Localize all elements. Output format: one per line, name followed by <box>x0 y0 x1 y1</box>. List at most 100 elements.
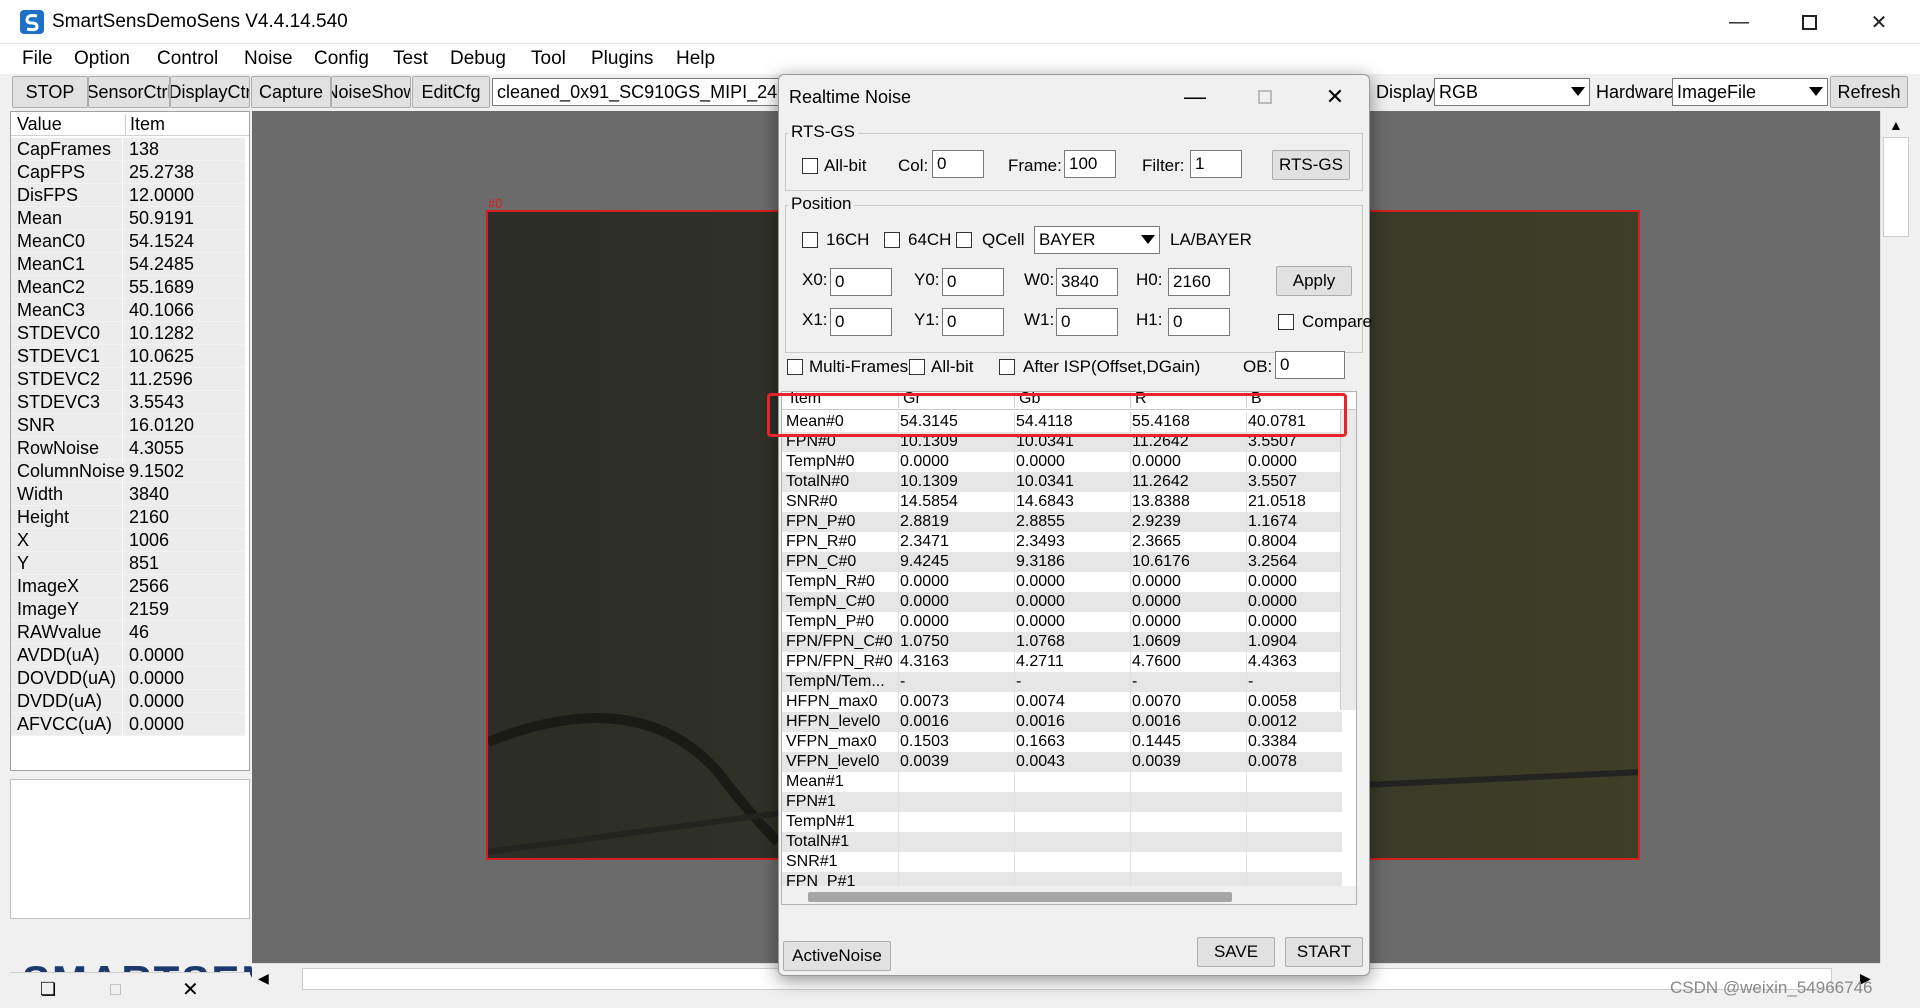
noiseshow-button[interactable]: NoiseShow <box>331 76 411 108</box>
stats-row[interactable]: Y 851 <box>11 552 245 575</box>
stats-row[interactable]: STDEVC1 10.0625 <box>11 345 245 368</box>
maximize-icon[interactable]: □ <box>110 979 121 1000</box>
table-row[interactable]: TempN_C#0 0.0000 0.0000 0.0000 0.0000 <box>782 592 1342 612</box>
table-row[interactable]: HFPN_max0 0.0073 0.0074 0.0070 0.0058 <box>782 692 1342 712</box>
frame-input[interactable]: 100 <box>1064 150 1116 178</box>
dialog-maximize-button[interactable] <box>1235 79 1295 115</box>
filter-input[interactable]: 1 <box>1190 150 1242 178</box>
table-row[interactable]: FPN_C#0 9.4245 9.3186 10.6176 3.2564 <box>782 552 1342 572</box>
y0-input[interactable]: 0 <box>942 268 1004 296</box>
stats-row[interactable]: STDEVC0 10.1282 <box>11 322 245 345</box>
scroll-thumb[interactable] <box>808 892 1232 902</box>
table-row[interactable]: FPN/FPN_C#0 1.0750 1.0768 1.0609 1.0904 <box>782 632 1342 652</box>
table-row[interactable]: HFPN_level0 0.0016 0.0016 0.0016 0.0012 <box>782 712 1342 732</box>
activenoise-tab[interactable]: ActiveNoise <box>783 941 891 971</box>
stats-row[interactable]: MeanC1 54.2485 <box>11 253 245 276</box>
w0-input[interactable]: 3840 <box>1056 268 1118 296</box>
stats-row[interactable]: ColumnNoise 9.1502 <box>11 460 245 483</box>
w1-input[interactable]: 0 <box>1056 308 1118 336</box>
vertical-scrollbar[interactable]: ▲ <box>1880 111 1912 963</box>
table-row[interactable]: Mean#1 <box>782 772 1342 792</box>
menu-option[interactable]: Option <box>74 48 130 70</box>
menu-help[interactable]: Help <box>676 48 715 70</box>
h1-input[interactable]: 0 <box>1168 308 1230 336</box>
stats-row[interactable]: CapFrames 138 <box>11 138 245 161</box>
table-row[interactable]: FPN_P#0 2.8819 2.8855 2.9239 1.1674 <box>782 512 1342 532</box>
rts-gs-button[interactable]: RTS-GS <box>1272 150 1350 180</box>
table-row[interactable]: TotalN#0 10.1309 10.0341 11.2642 3.5507 <box>782 472 1342 492</box>
dialog-close-button[interactable]: ✕ <box>1305 79 1365 115</box>
menu-tool[interactable]: Tool <box>531 48 566 70</box>
stats-row[interactable]: RowNoise 4.3055 <box>11 437 245 460</box>
stats-row[interactable]: MeanC2 55.1689 <box>11 276 245 299</box>
stats-row[interactable]: DisFPS 12.0000 <box>11 184 245 207</box>
menu-test[interactable]: Test <box>393 48 428 70</box>
close-button[interactable]: ✕ <box>1844 0 1914 44</box>
menu-file[interactable]: File <box>22 48 53 70</box>
scroll-up-icon[interactable]: ▲ <box>1889 117 1903 133</box>
stats-row[interactable]: SNR 16.0120 <box>11 414 245 437</box>
stats-row[interactable]: DOVDD(uA) 0.0000 <box>11 667 245 690</box>
table-row[interactable]: TotalN#1 <box>782 832 1342 852</box>
menu-debug[interactable]: Debug <box>450 48 506 70</box>
start-button[interactable]: START <box>1285 937 1363 967</box>
table-row[interactable]: TempN#0 0.0000 0.0000 0.0000 0.0000 <box>782 452 1342 472</box>
table-row[interactable]: FPN/FPN_R#0 4.3163 4.2711 4.7600 4.4363 <box>782 652 1342 672</box>
stats-row[interactable]: STDEVC2 11.2596 <box>11 368 245 391</box>
table-row[interactable]: VFPN_max0 0.1503 0.1663 0.1445 0.3384 <box>782 732 1342 752</box>
scroll-left-icon[interactable]: ◀ <box>258 970 269 987</box>
refresh-button[interactable]: Refresh <box>1830 76 1908 108</box>
table-horizontal-scrollbar[interactable] <box>782 886 1356 904</box>
qcell-checkbox[interactable] <box>956 232 972 248</box>
x0-input[interactable]: 0 <box>830 268 892 296</box>
stats-row[interactable]: RAWvalue 46 <box>11 621 245 644</box>
menu-config[interactable]: Config <box>314 48 369 70</box>
bayer-select[interactable]: BAYER <box>1034 226 1160 254</box>
minimize-button[interactable]: — <box>1704 0 1774 44</box>
save-button[interactable]: SAVE <box>1197 937 1275 967</box>
hardware-select[interactable]: ImageFile <box>1672 78 1828 106</box>
table-row[interactable]: SNR#1 <box>782 852 1342 872</box>
stats-row[interactable]: STDEVC3 3.5543 <box>11 391 245 414</box>
editcfg-button[interactable]: EditCfg <box>412 76 490 108</box>
after-isp-checkbox[interactable] <box>999 359 1015 375</box>
multiframes-checkbox[interactable] <box>787 359 803 375</box>
table-row[interactable]: TempN_R#0 0.0000 0.0000 0.0000 0.0000 <box>782 572 1342 592</box>
table-row[interactable]: SNR#0 14.5854 14.6843 13.8388 21.0518 <box>782 492 1342 512</box>
stats-row[interactable]: CapFPS 25.2738 <box>11 161 245 184</box>
capture-button[interactable]: Capture <box>251 76 331 108</box>
16ch-checkbox[interactable] <box>802 232 818 248</box>
x1-input[interactable]: 0 <box>830 308 892 336</box>
stats-row[interactable]: Height 2160 <box>11 506 245 529</box>
stop-button[interactable]: STOP <box>12 76 88 108</box>
table-row[interactable]: FPN_R#0 2.3471 2.3493 2.3665 0.8004 <box>782 532 1342 552</box>
table-row[interactable]: TempN_P#0 0.0000 0.0000 0.0000 0.0000 <box>782 612 1342 632</box>
menu-plugins[interactable]: Plugins <box>591 48 653 70</box>
64ch-checkbox[interactable] <box>884 232 900 248</box>
apply-button[interactable]: Apply <box>1276 266 1352 296</box>
table-row[interactable]: TempN/Tem... - - - - <box>782 672 1342 692</box>
config-file-field[interactable]: cleaned_0x91_SC910GS_MIPI_24M <box>492 78 782 106</box>
menu-control[interactable]: Control <box>157 48 218 70</box>
stats-row[interactable]: MeanC0 54.1524 <box>11 230 245 253</box>
stats-row[interactable]: Width 3840 <box>11 483 245 506</box>
stats-row[interactable]: ImageY 2159 <box>11 598 245 621</box>
stats-row[interactable]: MeanC3 40.1066 <box>11 299 245 322</box>
stats-row[interactable]: ImageX 2566 <box>11 575 245 598</box>
stats-row[interactable]: Mean 50.9191 <box>11 207 245 230</box>
col-input[interactable]: 0 <box>932 150 984 178</box>
table-row[interactable]: VFPN_level0 0.0039 0.0043 0.0039 0.0078 <box>782 752 1342 772</box>
rts-allbit-checkbox[interactable] <box>802 158 818 174</box>
display-select[interactable]: RGB <box>1434 78 1590 106</box>
compare-checkbox[interactable] <box>1278 314 1294 330</box>
ob-input[interactable]: 0 <box>1275 351 1345 379</box>
scroll-thumb[interactable] <box>1883 137 1909 237</box>
table-vertical-scrollbar[interactable] <box>1340 410 1356 710</box>
h0-input[interactable]: 2160 <box>1168 268 1230 296</box>
restore-icon[interactable]: ❏ <box>40 979 56 1000</box>
maximize-button[interactable] <box>1774 0 1844 44</box>
sensorctrl-button[interactable]: SensorCtrl <box>88 76 170 108</box>
stats-row[interactable]: DVDD(uA) 0.0000 <box>11 690 245 713</box>
menu-noise[interactable]: Noise <box>244 48 293 70</box>
options-allbit-checkbox[interactable] <box>909 359 925 375</box>
